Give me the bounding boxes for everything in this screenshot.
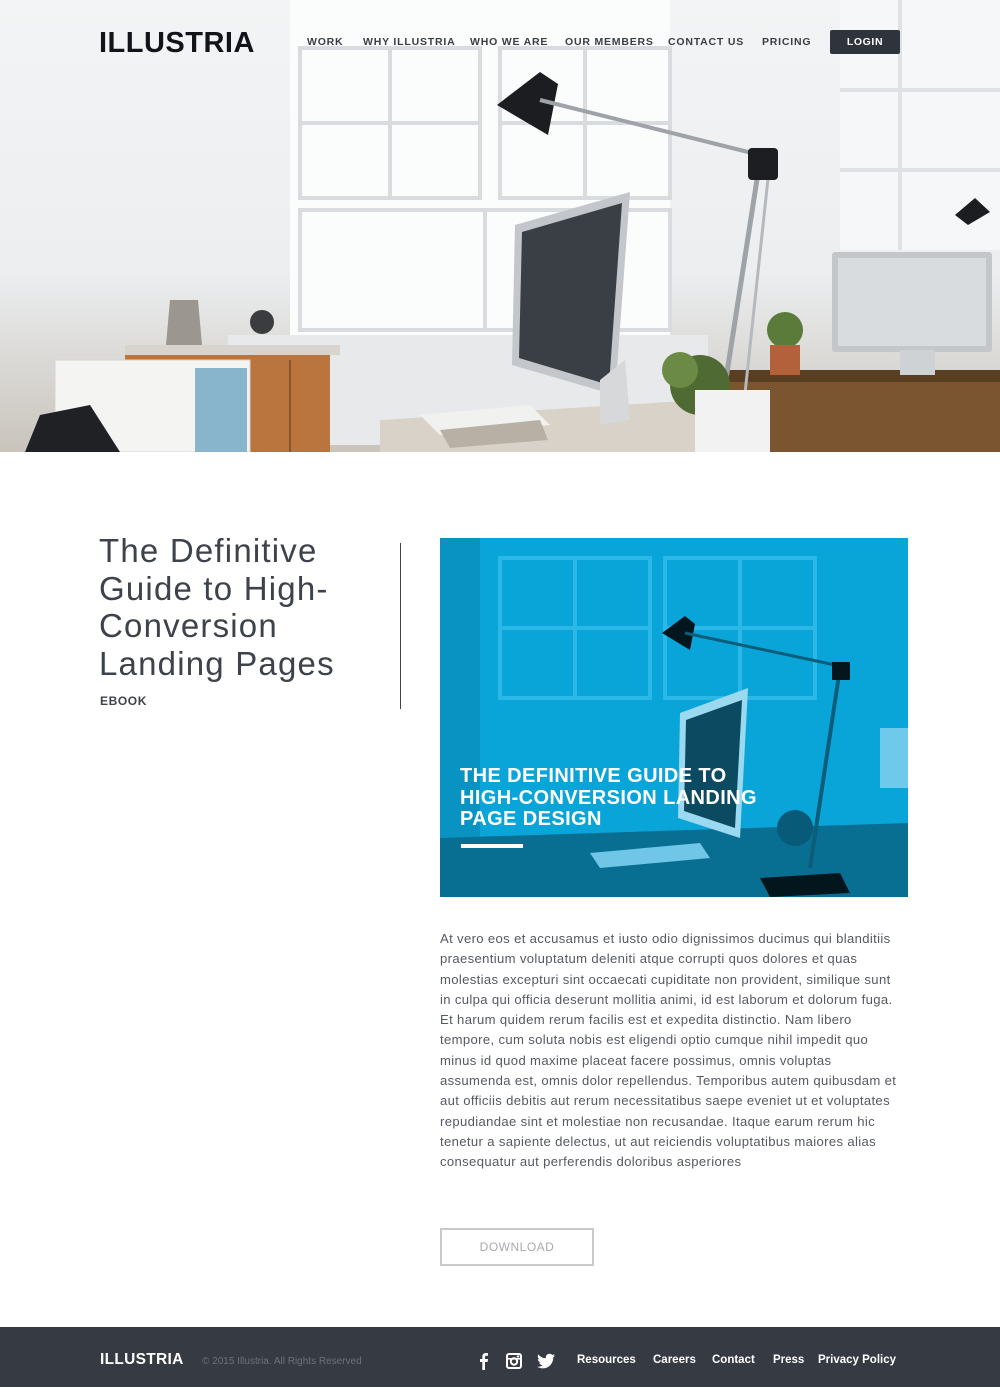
article-body: At vero eos et accusamus et iusto odio d… bbox=[440, 931, 897, 1170]
instagram-icon[interactable] bbox=[504, 1351, 524, 1371]
office-photo bbox=[25, 0, 1000, 452]
nav-item-work[interactable]: WORK bbox=[307, 36, 343, 48]
twitter-icon[interactable] bbox=[536, 1351, 556, 1371]
nav-item-why-illustria[interactable]: WHY ILLUSTRIA bbox=[363, 36, 455, 48]
footer-link-careers[interactable]: Careers bbox=[653, 1354, 696, 1366]
footer-link-resources[interactable]: Resources bbox=[577, 1354, 636, 1366]
content-type-tag: EBOOK bbox=[100, 694, 148, 708]
nav-item-who-we-are[interactable]: WHO WE ARE bbox=[470, 36, 548, 48]
nav-item-pricing[interactable]: PRICING bbox=[762, 36, 811, 48]
download-button[interactable]: DOWNLOAD bbox=[440, 1228, 594, 1266]
logo[interactable]: ILLUSTRIA bbox=[99, 27, 255, 60]
footer-link-press[interactable]: Press bbox=[773, 1354, 804, 1366]
facebook-icon[interactable] bbox=[474, 1351, 494, 1371]
login-button[interactable]: LOGIN bbox=[830, 30, 900, 54]
hero-image: ILLUSTRIA WORK WHY ILLUSTRIA WHO WE ARE … bbox=[0, 0, 1000, 452]
cover-title: THE DEFINITIVE GUIDE TO HIGH-CONVERSION … bbox=[460, 765, 757, 830]
footer-logo[interactable]: ILLUSTRIA bbox=[100, 1351, 184, 1369]
divider bbox=[400, 543, 401, 709]
copyright: © 2015 Illustria. All Rights Reserved bbox=[202, 1356, 362, 1367]
nav-item-contact-us[interactable]: CONTACT US bbox=[668, 36, 744, 48]
nav-item-our-members[interactable]: OUR MEMBERS bbox=[565, 36, 654, 48]
footer-link-privacy-policy[interactable]: Privacy Policy bbox=[818, 1354, 896, 1366]
footer-link-contact[interactable]: Contact bbox=[712, 1354, 755, 1366]
footer: ILLUSTRIA © 2015 Illustria. All Rights R… bbox=[0, 1327, 1000, 1387]
ebook-cover: THE DEFINITIVE GUIDE TO HIGH-CONVERSION … bbox=[440, 538, 908, 897]
page-title: The Definitive Guide to High-Conversion … bbox=[99, 532, 335, 682]
cover-underline bbox=[461, 844, 523, 848]
